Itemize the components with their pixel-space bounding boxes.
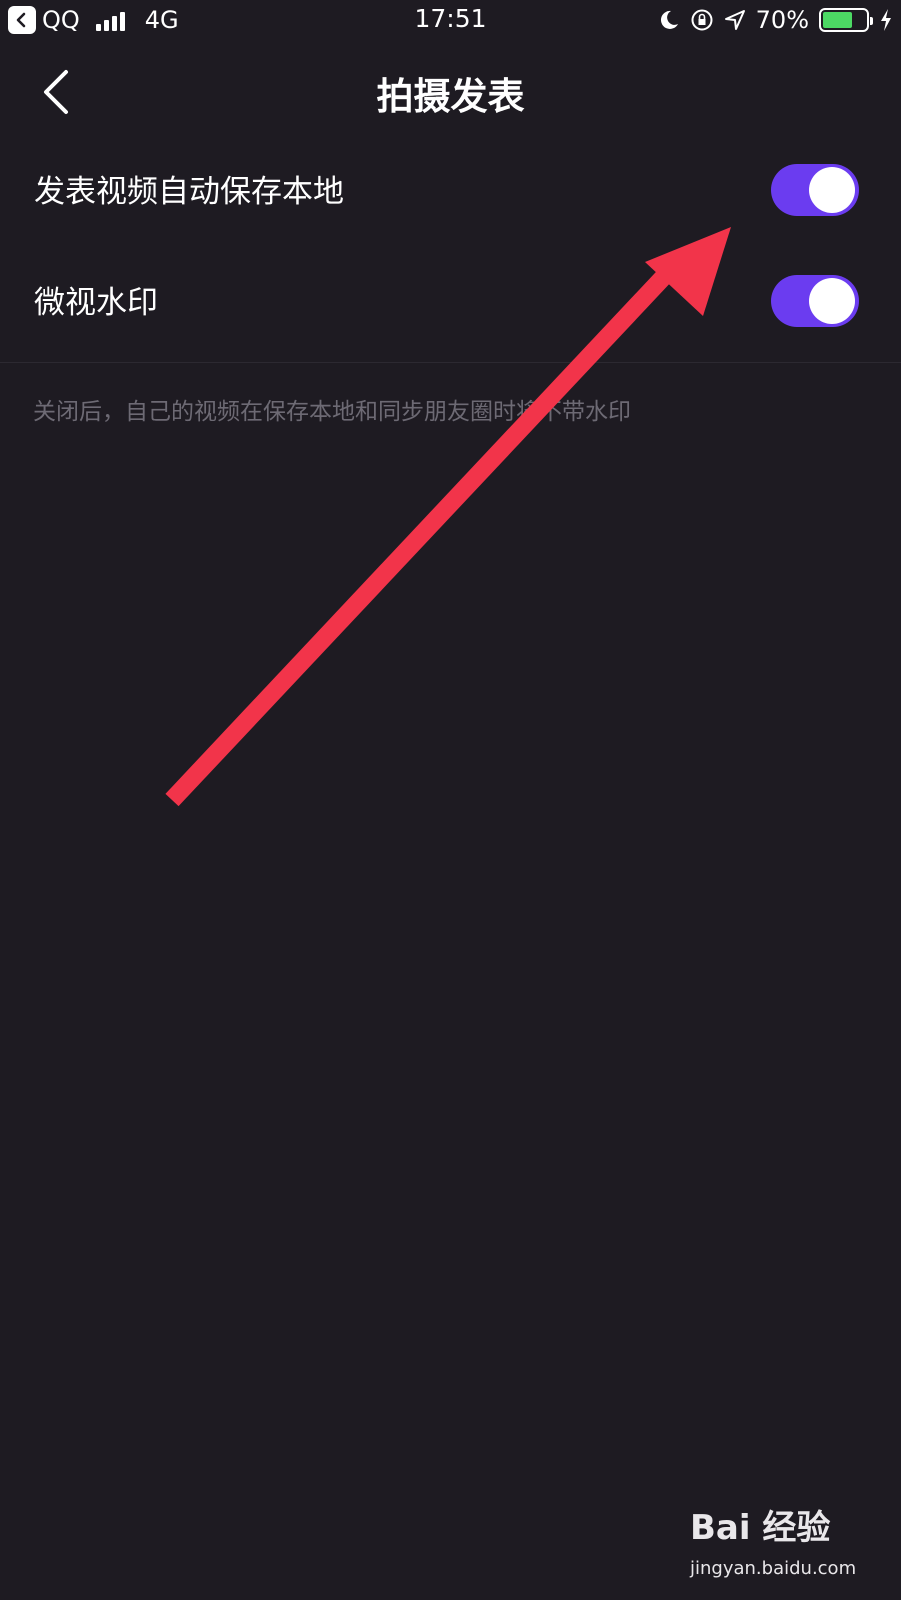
battery-icon	[819, 8, 873, 32]
status-right: 70%	[658, 6, 893, 34]
battery-tip	[870, 17, 873, 25]
watermark-hint-text: 关闭后，自己的视频在保存本地和同步朋友圈时将不带水印	[33, 399, 631, 425]
baidu-watermark: Bai 经验 jingyan.baidu.com	[690, 1500, 890, 1592]
baidu-url: jingyan.baidu.com	[690, 1558, 857, 1579]
phone-screen: QQ 4G 17:51 70% 拍摄发表 发表视频自动保存本地 微视水印 关闭后…	[0, 0, 901, 1600]
toggle-knob	[809, 278, 855, 324]
toggle-knob	[809, 167, 855, 213]
setting-row-watermark[interactable]: 微视水印	[0, 245, 901, 357]
rotation-lock-icon	[691, 9, 713, 31]
section-divider	[0, 362, 901, 363]
setting-row-auto-save[interactable]: 发表视频自动保存本地	[0, 134, 901, 246]
setting-label-watermark: 微视水印	[34, 285, 158, 321]
setting-label-auto-save: 发表视频自动保存本地	[34, 174, 344, 210]
moon-icon	[660, 10, 678, 29]
battery-percent: 70%	[755, 6, 809, 34]
battery-level	[823, 12, 853, 28]
nav-bar: 拍摄发表	[0, 40, 901, 140]
location-icon	[724, 10, 745, 30]
charging-icon	[881, 9, 891, 31]
baidu-logo: Bai 经验	[690, 1508, 831, 1548]
auto-save-toggle[interactable]	[771, 164, 859, 216]
status-bar: QQ 4G 17:51 70%	[0, 0, 901, 40]
page-title: 拍摄发表	[376, 75, 525, 118]
watermark-toggle[interactable]	[771, 275, 859, 327]
